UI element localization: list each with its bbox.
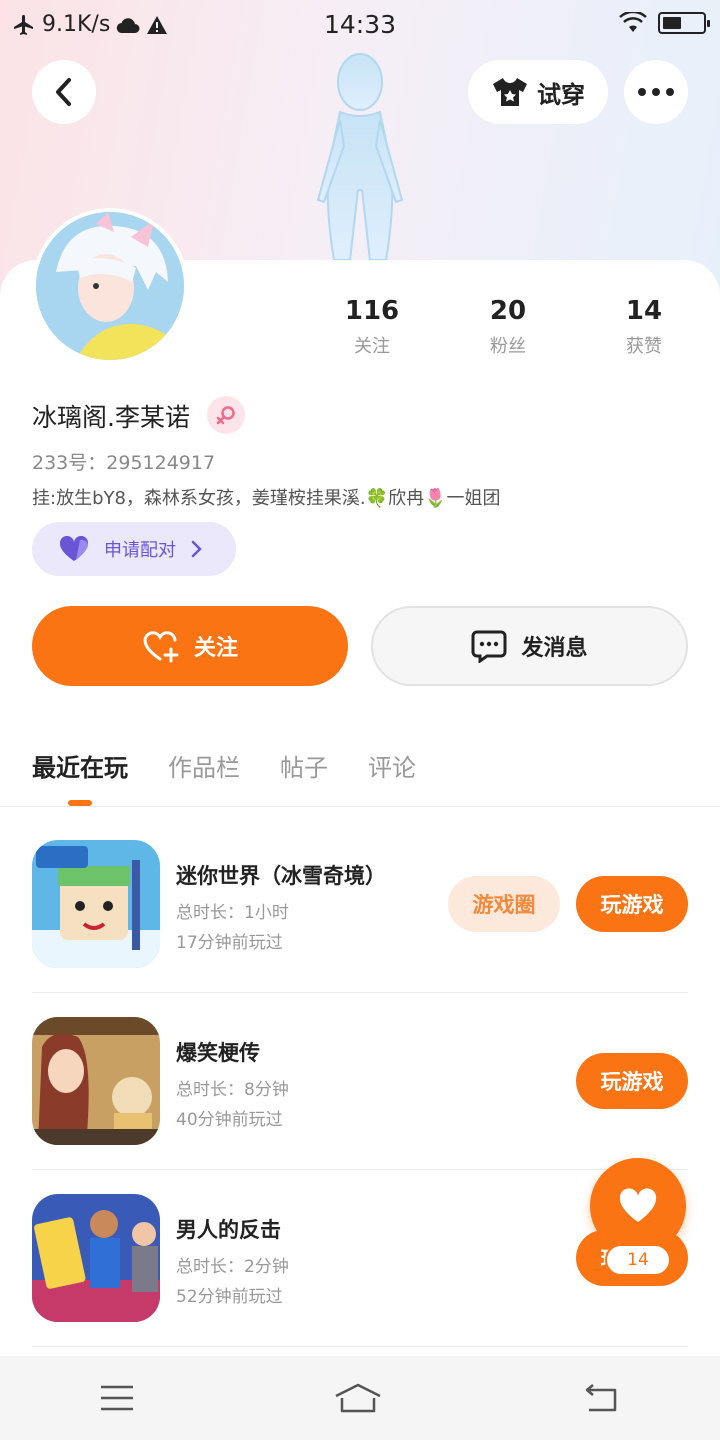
- game-icon-meme-legend: [32, 1017, 160, 1145]
- female-icon: [216, 406, 235, 425]
- follow-button[interactable]: 关注: [32, 606, 348, 686]
- try-on-button[interactable]: 试穿: [468, 60, 608, 124]
- send-message-button[interactable]: 发消息: [371, 606, 688, 686]
- game-item[interactable]: 迷你世界（冰雪奇境） 总时长：1小时 17分钟前玩过 游戏圈 玩游戏: [32, 840, 688, 1016]
- tab-posts[interactable]: 帖子: [280, 748, 328, 783]
- game-icon-mini-world: [32, 840, 160, 968]
- system-nav-bar: [0, 1356, 720, 1440]
- battery-icon: [658, 12, 710, 34]
- divider: [32, 1169, 688, 1170]
- game-name: 迷你世界（冰雪奇境）: [176, 864, 386, 888]
- clock: 14:33: [323, 10, 397, 39]
- home-icon[interactable]: [333, 1382, 383, 1414]
- game-circle-button[interactable]: 游戏圈: [448, 876, 560, 932]
- chevron-right-icon: [191, 540, 202, 558]
- divider: [32, 1346, 688, 1347]
- stat-likes[interactable]: 14 获赞: [584, 296, 704, 358]
- heart-icon: [619, 1188, 657, 1222]
- avatar-figure-hologram: [316, 53, 404, 261]
- tshirt-icon: [493, 78, 527, 106]
- message-label: 发消息: [521, 636, 588, 661]
- game-name: 爆笑梗传: [176, 1041, 260, 1065]
- nickname: 冰璃阁.李某诺: [32, 403, 190, 432]
- game-duration: 总时长：1小时: [176, 903, 289, 923]
- stat-number: 14: [625, 296, 663, 326]
- stat-followers[interactable]: 20 粉丝: [448, 296, 568, 358]
- stat-following[interactable]: 116 关注: [312, 296, 432, 358]
- status-bar: 9.1K/s 14:33: [0, 0, 720, 52]
- user-id: 233号：295124917: [32, 452, 216, 474]
- divider: [32, 992, 688, 993]
- tab-works[interactable]: 作品栏: [168, 748, 240, 783]
- bio: 挂:放生bY8，森林系女孩，姜瑾桉挂果溪.🍀欣冉🌷一姐团: [32, 488, 501, 509]
- like-count: 14: [605, 1244, 671, 1276]
- game-duration: 总时长：2分钟: [176, 1257, 289, 1277]
- follow-label: 关注: [193, 636, 238, 661]
- heart-icon: [59, 536, 89, 561]
- game-last-played: 40分钟前玩过: [176, 1110, 283, 1130]
- request-pair-button[interactable]: 申请配对: [32, 522, 236, 576]
- play-game-button[interactable]: 玩游戏: [576, 876, 688, 932]
- profile-tabs: 最近在玩 作品栏 帖子 评论: [32, 748, 416, 783]
- heart-plus-icon: [143, 631, 179, 663]
- stat-label: 粉丝: [490, 336, 526, 357]
- try-on-label: 试穿: [537, 80, 585, 109]
- gender-badge: [207, 396, 245, 434]
- tab-recently-played[interactable]: 最近在玩: [32, 748, 128, 783]
- back-icon: [56, 78, 71, 106]
- more-button[interactable]: [624, 60, 688, 124]
- game-name: 男人的反击: [176, 1218, 281, 1242]
- stat-label: 关注: [354, 336, 390, 357]
- game-last-played: 17分钟前玩过: [176, 933, 283, 953]
- back-button[interactable]: [32, 60, 96, 124]
- game-last-played: 52分钟前玩过: [176, 1287, 283, 1307]
- more-icon: [638, 88, 674, 96]
- game-item[interactable]: 爆笑梗传 总时长：8分钟 40分钟前玩过 玩游戏: [32, 1017, 688, 1193]
- return-icon[interactable]: [581, 1382, 621, 1414]
- game-duration: 总时长：8分钟: [176, 1080, 289, 1100]
- divider: [0, 806, 720, 807]
- avatar-illustration: [36, 212, 184, 360]
- play-game-button[interactable]: 玩游戏: [576, 1053, 688, 1109]
- game-item[interactable]: 男人的反击 总时长：2分钟 52分钟前玩过 玩游戏: [32, 1194, 688, 1370]
- stat-number: 116: [344, 296, 400, 326]
- like-fab-button[interactable]: [590, 1158, 686, 1254]
- wifi-icon: [619, 12, 647, 32]
- menu-icon[interactable]: [99, 1384, 135, 1412]
- game-icon-mans-counterattack: [32, 1194, 160, 1322]
- chat-icon: [471, 630, 507, 663]
- stat-number: 20: [489, 296, 527, 326]
- avatar[interactable]: [32, 208, 188, 364]
- tab-comments[interactable]: 评论: [368, 748, 416, 783]
- stat-label: 获赞: [626, 336, 662, 357]
- pair-label: 申请配对: [104, 540, 176, 561]
